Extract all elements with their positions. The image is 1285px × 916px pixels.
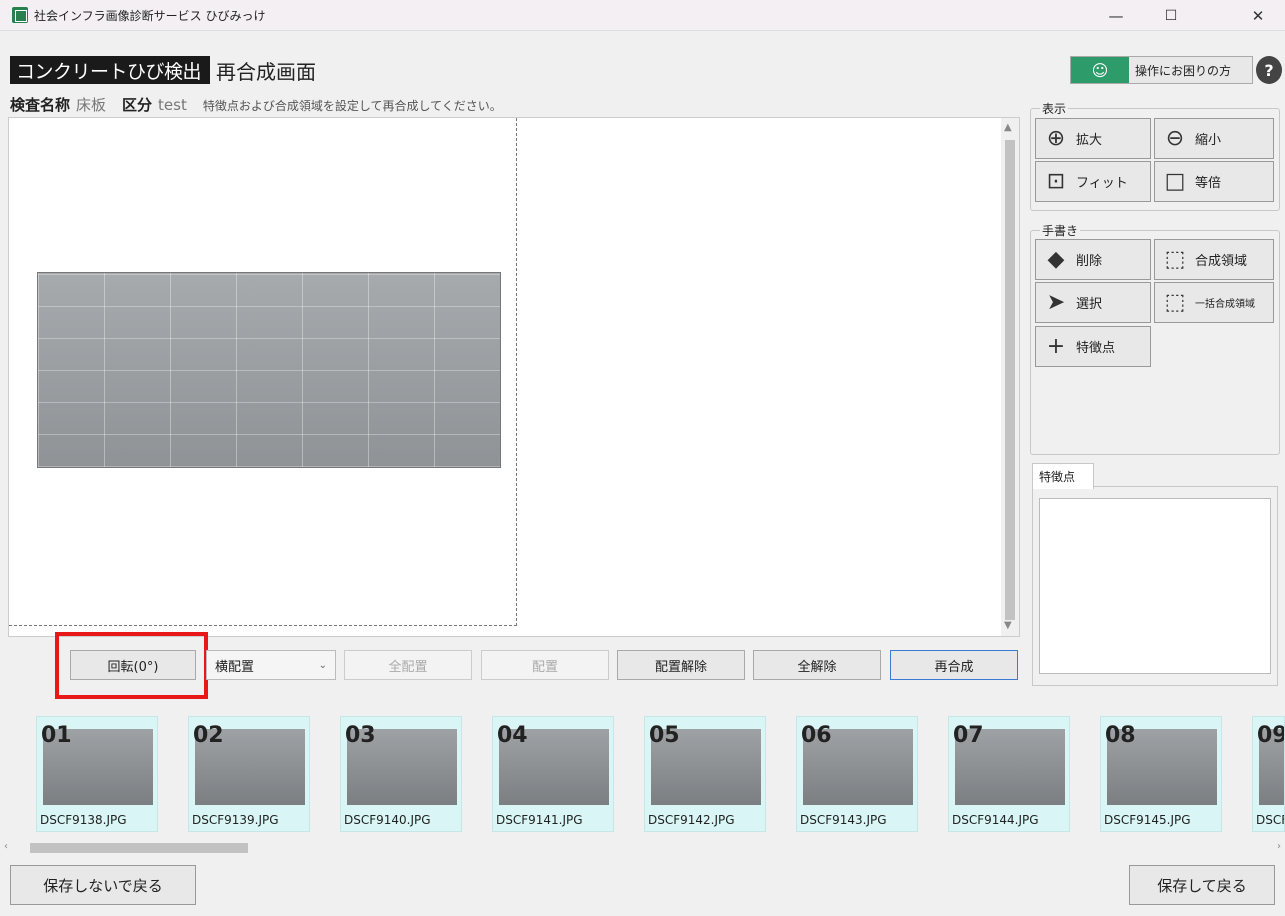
zoom-out-button[interactable]: ⊖ 縮小 xyxy=(1154,118,1274,159)
highlight-annotation xyxy=(55,632,208,699)
page-title: 再合成画面 xyxy=(216,59,316,84)
view-group-title: 表示 xyxy=(1040,100,1069,117)
fit-button[interactable]: ⊡ フィット xyxy=(1035,161,1151,202)
thumbnail-item[interactable]: 09 DSCF xyxy=(1252,716,1285,832)
thumbnail-item[interactable]: 06 DSCF9143.JPG xyxy=(796,716,918,832)
zoom-in-icon: ⊕ xyxy=(1046,126,1066,151)
save-and-back-button[interactable]: 保存して戻る xyxy=(1129,865,1275,905)
mode-label: コンクリートひび検出 xyxy=(10,56,210,84)
place-button[interactable]: 配置 xyxy=(481,650,609,680)
eraser-icon: ◆ xyxy=(1047,247,1065,272)
scroll-right-icon[interactable]: › xyxy=(1277,841,1281,852)
select-button[interactable]: ➤ 選択 xyxy=(1035,282,1151,323)
feature-point-list[interactable] xyxy=(1039,498,1271,674)
minimize-button[interactable]: — xyxy=(1093,0,1139,31)
feature-point-icon: + xyxy=(1046,334,1066,359)
unplace-button[interactable]: 配置解除 xyxy=(617,650,745,680)
close-button[interactable]: ✕ xyxy=(1235,0,1281,31)
window-titlebar: 社会インフラ画像診断サービス ひびみっけ — ☐ ✕ xyxy=(0,0,1285,31)
actual-size-button[interactable]: □ 等倍 xyxy=(1154,161,1274,202)
zoom-in-button[interactable]: ⊕ 拡大 xyxy=(1035,118,1151,159)
chevron-down-icon: ⌄ xyxy=(318,659,327,671)
thumbnail-item[interactable]: 08 DSCF9145.JPG xyxy=(1100,716,1222,832)
batch-region-icon: ⬚ xyxy=(1164,290,1186,315)
maximize-button[interactable]: ☐ xyxy=(1148,0,1194,31)
back-without-save-button[interactable]: 保存しないで戻る xyxy=(10,865,196,905)
scroll-down-icon[interactable]: ▼ xyxy=(1004,620,1012,631)
operator-icon: ☺ xyxy=(1071,57,1129,83)
layout-select[interactable]: 横配置 ⌄ xyxy=(206,650,336,680)
canvas-vertical-scrollbar[interactable]: ▲ ▼ xyxy=(1001,118,1019,636)
zoom-out-icon: ⊖ xyxy=(1165,126,1185,151)
clear-all-button[interactable]: 全解除 xyxy=(753,650,881,680)
actual-size-icon: □ xyxy=(1164,169,1186,194)
thumbnail-strip: 01 DSCF9138.JPG 02 DSCF9139.JPG 03 DSCF9… xyxy=(0,700,1285,840)
thumbnail-item[interactable]: 02 DSCF9139.JPG xyxy=(188,716,310,832)
hand-group-title: 手書き xyxy=(1040,222,1081,239)
window-title: 社会インフラ画像診断サービス ひびみっけ xyxy=(34,8,266,23)
thumbnail-item[interactable]: 03 DSCF9140.JPG xyxy=(340,716,462,832)
help-button[interactable]: ☺ 操作にお困りの方 xyxy=(1070,56,1253,84)
inspection-info: 検査名称 床板 区分 test 特徴点および合成領域を設定して再合成してください… xyxy=(10,96,502,114)
tab-feature-points[interactable]: 特徴点 xyxy=(1032,463,1094,489)
app-icon xyxy=(12,7,28,23)
place-all-button[interactable]: 全配置 xyxy=(344,650,472,680)
recompose-button[interactable]: 再合成 xyxy=(890,650,1018,680)
footer: 保存しないで戻る 保存して戻る xyxy=(0,856,1285,916)
scroll-up-icon[interactable]: ▲ xyxy=(1004,122,1012,133)
thumbnail-item[interactable]: 04 DSCF9141.JPG xyxy=(492,716,614,832)
thumbnail-item[interactable]: 01 DSCF9138.JPG xyxy=(36,716,158,832)
erase-button[interactable]: ◆ 削除 xyxy=(1035,239,1151,280)
thumbnail-item[interactable]: 05 DSCF9142.JPG xyxy=(644,716,766,832)
pointer-icon: ➤ xyxy=(1046,290,1066,315)
question-icon[interactable]: ? xyxy=(1256,56,1282,84)
composite-image[interactable] xyxy=(37,272,501,468)
fit-icon: ⊡ xyxy=(1046,169,1066,194)
region-button[interactable]: ⬚ 合成領域 xyxy=(1154,239,1274,280)
batch-region-button[interactable]: ⬚ 一括合成領域 xyxy=(1154,282,1274,323)
thumbnail-item[interactable]: 07 DSCF9144.JPG xyxy=(948,716,1070,832)
composite-canvas[interactable]: ▲ ▼ xyxy=(8,117,1020,637)
thumbnail-scrollbar[interactable]: ‹ › xyxy=(0,840,1285,856)
scroll-left-icon[interactable]: ‹ xyxy=(4,841,8,852)
region-icon: ⬚ xyxy=(1164,247,1186,272)
feature-point-button[interactable]: + 特徴点 xyxy=(1035,326,1151,367)
